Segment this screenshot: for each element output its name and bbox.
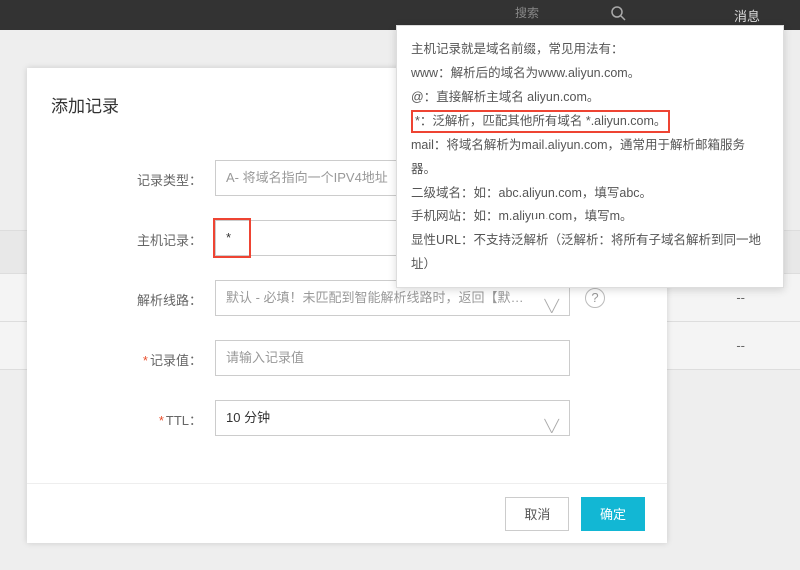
tooltip-line-highlight: *：泛解析，匹配其他所有域名 *.aliyun.com。: [411, 110, 670, 133]
label-record-value: *记录值：: [27, 350, 202, 369]
row-record-value: *记录值： 请输入记录值: [27, 340, 667, 380]
cell-empty: --: [736, 338, 745, 353]
help-icon[interactable]: ?: [585, 288, 605, 308]
select-ttl-value: 10 分钟: [226, 410, 270, 425]
topbar-messages[interactable]: 消息: [734, 6, 760, 25]
label-host-record: 主机记录：: [27, 230, 202, 249]
modal-footer: 取消 确定: [27, 483, 667, 543]
search-placeholder[interactable]: 搜索: [515, 4, 539, 21]
input-record-value[interactable]: 请输入记录值: [215, 340, 570, 376]
tooltip-line: www：解析后的域名为www.aliyun.com。: [411, 62, 769, 86]
input-value-placeholder: 请输入记录值: [226, 350, 304, 365]
select-record-type-value: A- 将域名指向一个IPV4地址: [226, 170, 388, 185]
cancel-button[interactable]: 取消: [505, 497, 569, 531]
tooltip-line: 主机记录就是域名前缀，常见用法有：: [411, 38, 769, 62]
host-tooltip: 主机记录就是域名前缀，常见用法有： www：解析后的域名为www.aliyun.…: [396, 25, 784, 288]
tooltip-line: 显性URL：不支持泛解析（泛解析：将所有子域名解析到同一地址）: [411, 229, 769, 277]
chevron-down-icon: ╲╱: [545, 289, 559, 323]
ok-button[interactable]: 确定: [581, 497, 645, 531]
label-ttl: *TTL：: [27, 410, 202, 429]
tooltip-line: mail：将域名解析为mail.aliyun.com，通常用于解析邮箱服务器。: [411, 134, 769, 182]
input-host-value: *: [226, 230, 231, 245]
row-ttl: *TTL： 10 分钟 ╲╱: [27, 400, 667, 440]
cell-empty: --: [736, 290, 745, 305]
label-resolve-line: 解析线路：: [27, 290, 202, 309]
select-ttl[interactable]: 10 分钟 ╲╱: [215, 400, 570, 436]
tooltip-line: @：直接解析主域名 aliyun.com。: [411, 86, 769, 110]
tooltip-arrow: [533, 219, 549, 228]
label-record-type: 记录类型：: [27, 170, 202, 189]
tooltip-line: 二级域名：如：abc.aliyun.com，填写abc。: [411, 182, 769, 206]
search-icon[interactable]: [610, 5, 626, 24]
modal-title: 添加记录: [51, 92, 119, 117]
tooltip-line: 手机网站：如：m.aliyun.com，填写m。: [411, 205, 769, 229]
chevron-down-icon: ╲╱: [545, 409, 559, 443]
